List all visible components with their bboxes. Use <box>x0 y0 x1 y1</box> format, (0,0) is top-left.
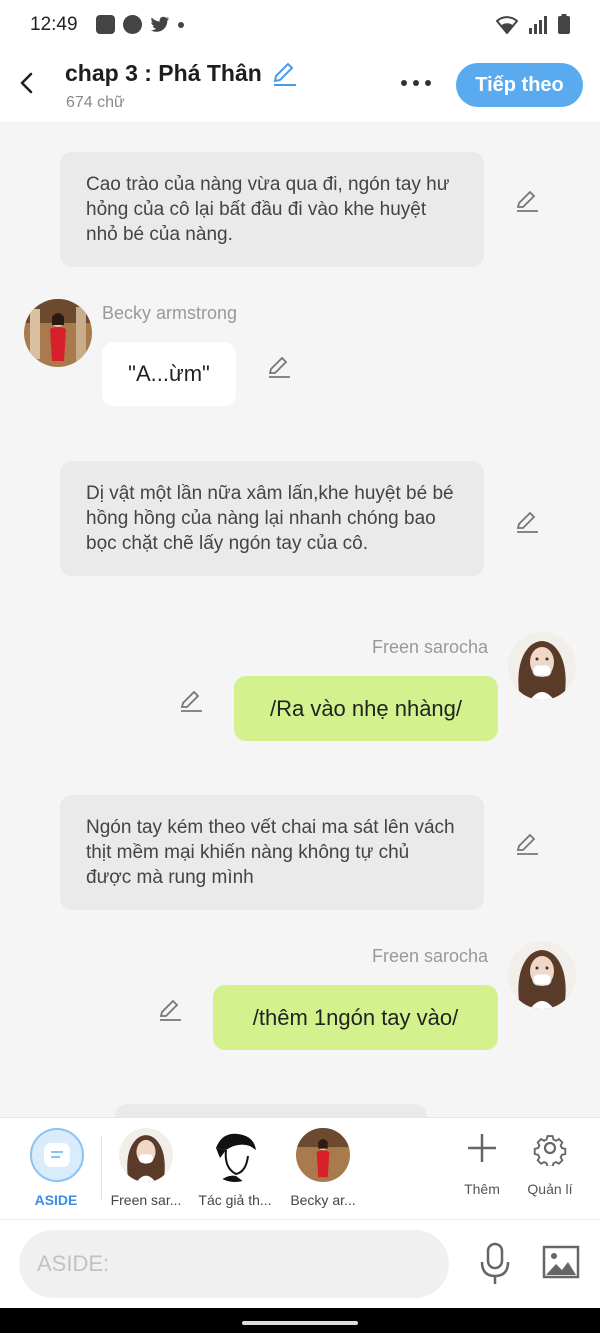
message-input[interactable] <box>19 1230 449 1298</box>
message-bubble[interactable]: /Ra vào nhẹ nhàng/ <box>234 676 498 741</box>
home-pill[interactable] <box>242 1321 358 1325</box>
manage-label[interactable]: Quản lí <box>520 1181 580 1197</box>
speaker-name: Becky armstrong <box>102 303 238 323</box>
input-bar <box>0 1219 600 1308</box>
character-label[interactable]: Becky ar... <box>281 1192 365 1208</box>
status-right-icons <box>496 14 570 34</box>
baomoi-icon <box>96 15 115 34</box>
edit-icon[interactable] <box>178 688 204 714</box>
edit-icon[interactable] <box>266 354 292 380</box>
more-dot-icon <box>401 80 407 86</box>
edit-icon[interactable] <box>514 509 540 535</box>
status-bar: 12:49 <box>0 0 600 50</box>
edit-icon[interactable] <box>157 997 183 1023</box>
microphone-icon[interactable] <box>478 1242 512 1286</box>
battery-icon <box>558 14 570 34</box>
narration-bubble[interactable]: Cao trào của nàng vừa qua đi, ngón tay h… <box>60 152 484 267</box>
next-button[interactable]: Tiếp theo <box>456 63 583 107</box>
character-label[interactable]: Tác giả th... <box>193 1192 277 1208</box>
chapter-header: chap 3 : Phá Thân 674 chữ Tiếp theo <box>0 50 600 122</box>
system-nav-bar <box>0 1308 600 1333</box>
speaker-name: Freen sarocha <box>372 637 489 657</box>
compass-icon <box>123 15 142 34</box>
more-dot-icon <box>425 80 431 86</box>
more-dot-icon <box>413 80 419 86</box>
avatar-becky[interactable] <box>24 299 92 367</box>
message-bubble[interactable]: /thêm 1ngón tay vào/ <box>213 985 498 1050</box>
character-label[interactable]: Freen sar... <box>104 1192 188 1208</box>
narration-bubble-partial <box>115 1104 427 1117</box>
narration-bubble[interactable]: Dị vật một lần nữa xâm lấn,khe huyệt bé … <box>60 461 484 576</box>
message-bubble[interactable]: "A...ừm" <box>102 342 236 406</box>
speaker-name: Freen sarocha <box>372 946 489 966</box>
chapter-title[interactable]: chap 3 : Phá Thân <box>65 60 262 87</box>
aside-label[interactable]: ASIDE <box>22 1192 90 1208</box>
add-icon[interactable] <box>464 1130 500 1166</box>
status-left-icons <box>96 15 184 34</box>
avatar-freen[interactable] <box>508 632 576 700</box>
edit-title-icon[interactable] <box>270 60 298 88</box>
signal-icon <box>529 16 547 34</box>
gear-icon[interactable] <box>532 1130 568 1166</box>
status-time: 12:49 <box>30 14 78 35</box>
aside-icon[interactable] <box>30 1128 84 1182</box>
narration-bubble[interactable]: Ngón tay kém theo vết chai ma sát lên vá… <box>60 795 484 910</box>
edit-icon[interactable] <box>514 188 540 214</box>
add-label[interactable]: Thêm <box>452 1181 512 1197</box>
chat-area[interactable]: Cao trào của nàng vừa qua đi, ngón tay h… <box>0 122 600 1117</box>
character-avatar-becky[interactable] <box>296 1128 350 1182</box>
more-options-button[interactable] <box>396 72 436 94</box>
wifi-icon <box>496 16 518 34</box>
character-bar: ASIDE Freen sar... Tác giả th... Becky a… <box>0 1117 600 1219</box>
twitter-icon <box>150 16 170 32</box>
word-count: 674 chữ <box>66 94 125 111</box>
character-avatar-freen[interactable] <box>119 1128 173 1182</box>
dot-icon <box>178 21 184 28</box>
back-arrow-icon[interactable] <box>14 68 40 98</box>
character-avatar-author[interactable] <box>208 1128 262 1182</box>
image-icon[interactable] <box>542 1244 580 1280</box>
edit-icon[interactable] <box>514 831 540 857</box>
avatar-freen[interactable] <box>508 941 576 1009</box>
divider <box>101 1136 102 1200</box>
